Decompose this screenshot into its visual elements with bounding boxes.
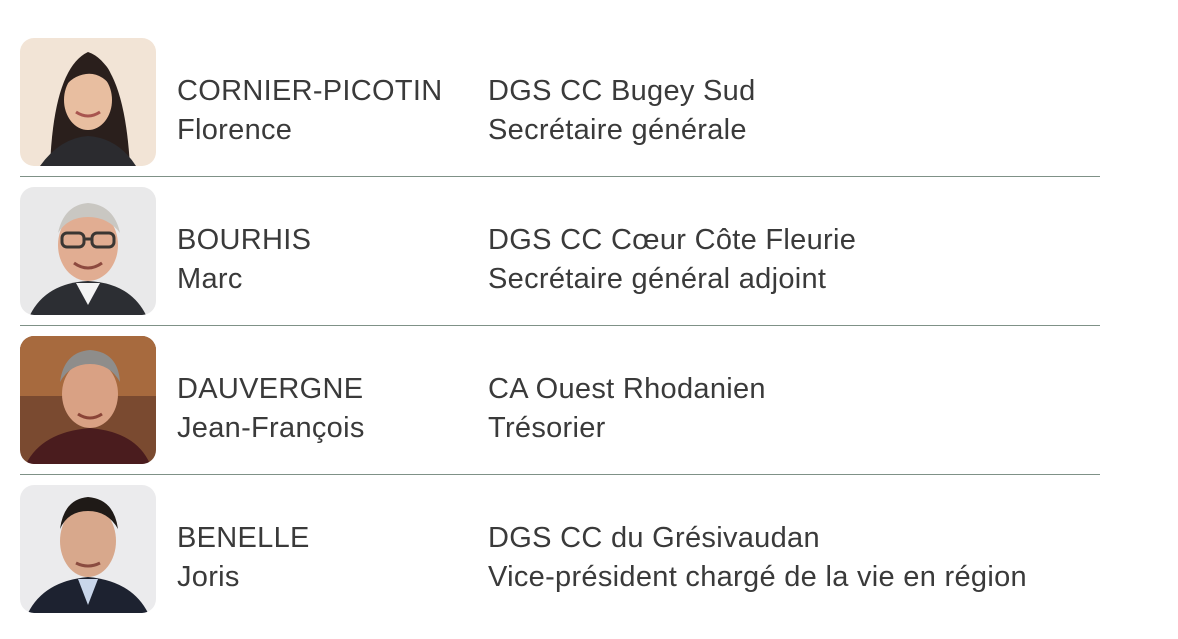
- member-organization: DGS CC Cœur Côte Fleurie: [488, 224, 857, 256]
- member-last-name: BENELLE: [177, 522, 310, 554]
- member-row: BOURHIS Marc DGS CC Cœur Côte Fleurie Se…: [20, 177, 1100, 326]
- member-first-name: Florence: [177, 114, 293, 146]
- member-last-name: DAUVERGNE: [177, 373, 364, 405]
- member-name: CORNIER-PICOTIN Florence: [177, 72, 477, 150]
- member-last-name: BOURHIS: [177, 224, 312, 256]
- member-role: DGS CC Bugey Sud Secrétaire générale: [488, 72, 1098, 150]
- member-first-name: Joris: [177, 561, 240, 593]
- member-row: DAUVERGNE Jean-François CA Ouest Rhodani…: [20, 326, 1100, 475]
- member-role: DGS CC du Grésivaudan Vice-président cha…: [488, 519, 1098, 597]
- portrait-man-photo: [20, 336, 156, 464]
- portrait-woman-photo: [20, 38, 156, 166]
- member-row: BENELLE Joris DGS CC du Grésivaudan Vice…: [20, 475, 1100, 624]
- member-photo: [20, 187, 156, 315]
- member-title: Secrétaire général adjoint: [488, 263, 827, 295]
- member-name: BENELLE Joris: [177, 519, 477, 597]
- member-role: CA Ouest Rhodanien Trésorier: [488, 370, 1098, 448]
- member-first-name: Jean-François: [177, 412, 365, 444]
- member-role: DGS CC Cœur Côte Fleurie Secrétaire géné…: [488, 221, 1098, 299]
- member-title: Secrétaire générale: [488, 114, 747, 146]
- member-last-name: CORNIER-PICOTIN: [177, 75, 443, 107]
- member-first-name: Marc: [177, 263, 243, 295]
- portrait-man-suit-photo: [20, 485, 156, 613]
- member-title: Vice-président chargé de la vie en régio…: [488, 561, 1027, 593]
- member-title: Trésorier: [488, 412, 606, 444]
- member-name: DAUVERGNE Jean-François: [177, 370, 477, 448]
- member-photo: [20, 336, 156, 464]
- member-row: CORNIER-PICOTIN Florence DGS CC Bugey Su…: [20, 28, 1100, 177]
- member-organization: DGS CC Bugey Sud: [488, 75, 756, 107]
- member-organization: CA Ouest Rhodanien: [488, 373, 766, 405]
- portrait-man-glasses-photo: [20, 187, 156, 315]
- member-organization: DGS CC du Grésivaudan: [488, 522, 820, 554]
- member-name: BOURHIS Marc: [177, 221, 477, 299]
- member-photo: [20, 485, 156, 613]
- member-photo: [20, 38, 156, 166]
